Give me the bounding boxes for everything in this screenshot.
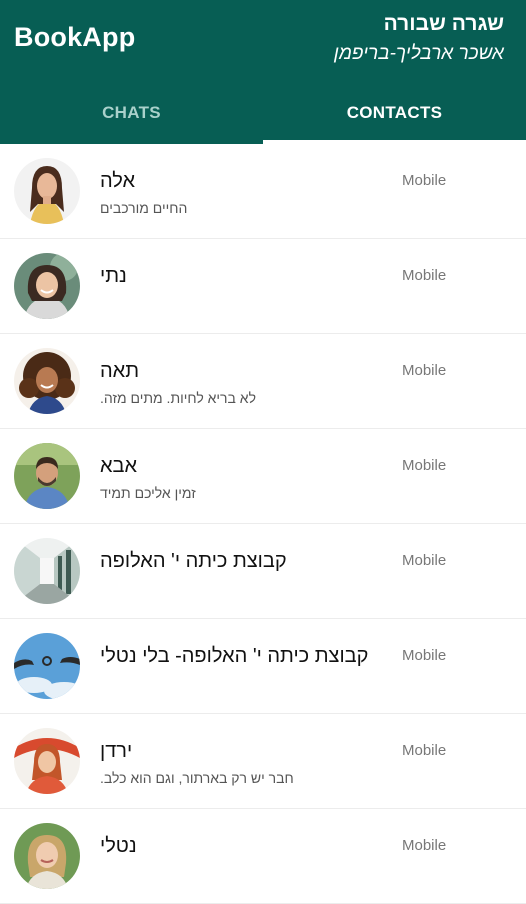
contact-name: קבוצת כיתה י' האלופה- בלי נטלי <box>100 645 369 667</box>
contact-row[interactable]: אבא זמין אליכם תמיד Mobile <box>0 429 526 524</box>
woman-portrait-avatar <box>14 158 80 224</box>
app-header: BookApp שגרה שבורה אשכר ארבליך-בריפמן CH… <box>0 0 526 144</box>
contact-type-label: Mobile <box>402 552 447 569</box>
book-title: שגרה שבורה <box>383 12 504 35</box>
contact-name: תאה <box>100 360 140 382</box>
app-title: BookApp <box>14 22 136 52</box>
smiling-woman-avatar <box>14 253 80 319</box>
tab-bar: CHATS CONTACTS <box>0 82 526 144</box>
contact-type-label: Mobile <box>402 837 447 854</box>
contact-row[interactable]: נטלי Mobile <box>0 809 526 904</box>
contact-row[interactable]: תאה לא בריא לחיות. מתים מזה. Mobile <box>0 334 526 429</box>
contact-status: לא בריא לחיות. מתים מזה. <box>100 390 257 406</box>
tab-chats[interactable]: CHATS <box>0 82 263 144</box>
curly-hair-woman-avatar <box>14 348 80 414</box>
blonde-woman-avatar <box>14 823 80 889</box>
contact-type-label: Mobile <box>402 742 447 759</box>
contact-status: החיים מורכבים <box>100 200 188 216</box>
contact-row[interactable]: ירדן חבר יש רק בארתור, וגם הוא כלב. Mobi… <box>0 714 526 809</box>
contact-status: חבר יש רק בארתור, וגם הוא כלב. <box>100 770 294 786</box>
redhead-scarf-avatar <box>14 728 80 794</box>
contact-name: קבוצת כיתה י' האלופה <box>100 550 287 572</box>
contact-row[interactable]: קבוצת כיתה י' האלופה- בלי נטלי Mobile <box>0 619 526 714</box>
contact-name: ירדן <box>100 740 133 762</box>
contact-name: אלה <box>100 170 136 192</box>
contact-type-label: Mobile <box>402 647 447 664</box>
sky-hands-avatar <box>14 633 80 699</box>
contact-row[interactable]: אלה החיים מורכבים Mobile <box>0 144 526 239</box>
contact-type-label: Mobile <box>402 172 447 189</box>
contact-type-label: Mobile <box>402 362 447 379</box>
contact-status: זמין אליכם תמיד <box>100 485 196 501</box>
contacts-list: אלה החיים מורכבים Mobile נתי Mobile תאה … <box>0 144 526 904</box>
book-author: אשכר ארבליך-בריפמן <box>333 43 504 64</box>
contact-name: אבא <box>100 455 138 477</box>
contact-name: נתי <box>100 265 127 287</box>
contact-row[interactable]: נתי Mobile <box>0 239 526 334</box>
contact-name: נטלי <box>100 835 137 857</box>
school-corridor-avatar <box>14 538 80 604</box>
contact-type-label: Mobile <box>402 457 447 474</box>
man-outdoors-avatar <box>14 443 80 509</box>
contact-type-label: Mobile <box>402 267 447 284</box>
contact-row[interactable]: קבוצת כיתה י' האלופה Mobile <box>0 524 526 619</box>
tab-contacts[interactable]: CONTACTS <box>263 82 526 144</box>
